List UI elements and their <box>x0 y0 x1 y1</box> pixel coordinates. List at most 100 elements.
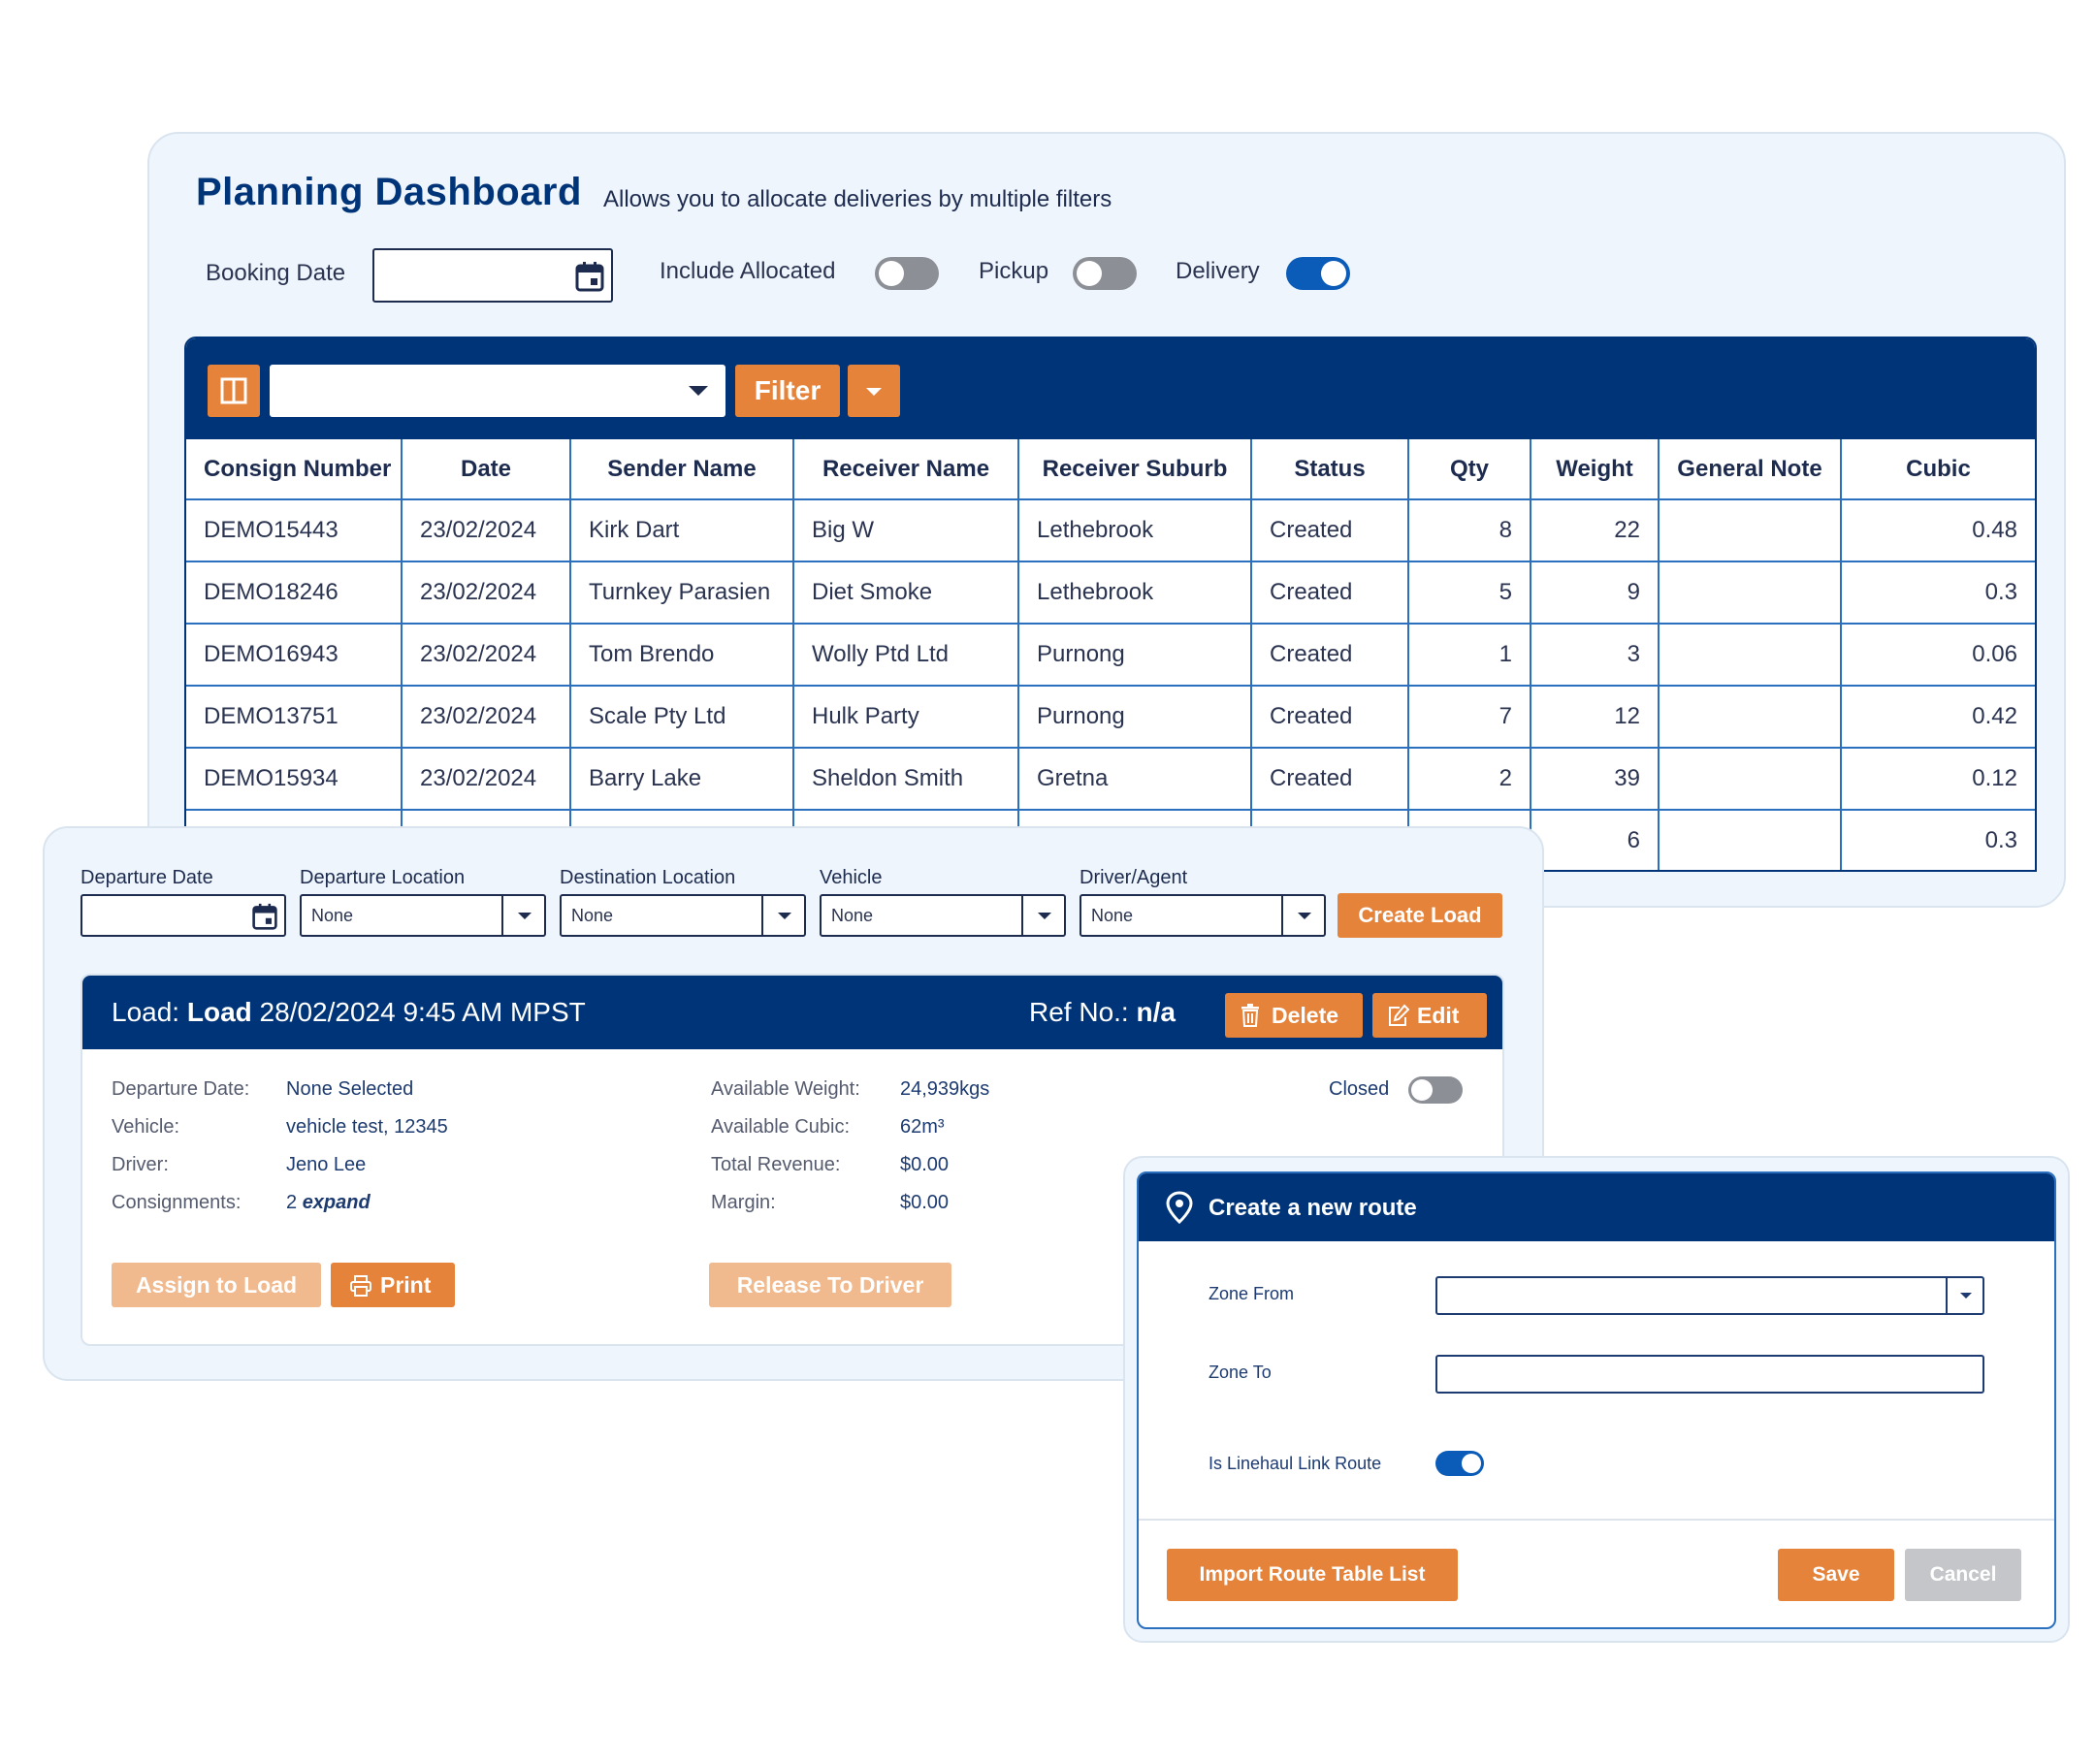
table-cell: Wolly Ptd Ltd <box>792 623 1019 687</box>
departure-location-select[interactable]: None <box>300 894 546 937</box>
calendar-icon[interactable] <box>251 902 278 931</box>
toggle-knob <box>1321 261 1346 286</box>
view-select[interactable] <box>270 365 725 417</box>
column-header[interactable]: Receiver Name <box>792 439 1019 500</box>
select-divider <box>761 896 763 935</box>
ref-label: Ref No.: <box>1029 997 1129 1027</box>
table-cell: Hulk Party <box>792 685 1019 749</box>
route-dialog-title: Create a new route <box>1209 1195 1417 1221</box>
table-cell: DEMO15443 <box>186 498 403 562</box>
divider <box>1139 1519 2054 1521</box>
expand-link[interactable]: expand <box>303 1192 371 1213</box>
filter-dropdown-button[interactable] <box>848 365 900 417</box>
table-cell: Lethebrook <box>1017 561 1252 625</box>
table-cell: Tom Brendo <box>569 623 794 687</box>
table-row[interactable]: DEMO13751 23/02/2024 Scale Pty Ltd Hulk Par… <box>186 685 2035 749</box>
load-card-header: Load: Load 28/02/2024 9:45 AM MPST Ref N… <box>82 976 1502 1049</box>
delete-button[interactable]: Delete <box>1225 993 1363 1038</box>
import-route-table-button[interactable]: Import Route Table List <box>1167 1549 1458 1601</box>
linehaul-label: Is Linehaul Link Route <box>1209 1454 1382 1473</box>
vehicle-select[interactable]: None <box>820 894 1066 937</box>
save-button[interactable]: Save <box>1778 1549 1894 1601</box>
chevron-down-icon <box>1960 1293 1972 1299</box>
available-cubic-key: Available Cubic: <box>711 1116 851 1138</box>
column-header[interactable]: Consign Number <box>186 439 403 500</box>
table-cell: Big W <box>792 498 1019 562</box>
table-cell: Created <box>1250 685 1409 749</box>
available-weight-key: Available Weight: <box>711 1078 860 1100</box>
linehaul-toggle[interactable] <box>1435 1451 1484 1476</box>
driver-agent-select[interactable]: None <box>1080 894 1326 937</box>
select-divider <box>1021 896 1023 935</box>
columns-icon <box>220 377 247 404</box>
include-allocated-toggle[interactable] <box>875 257 939 290</box>
cancel-button[interactable]: Cancel <box>1905 1549 2021 1601</box>
table-cell: 6 <box>1530 809 1660 870</box>
table-row[interactable]: DEMO16943 23/02/2024 Tom Brendo Wolly Ptd L… <box>186 623 2035 687</box>
consignment-grid: Filter Consign Number Date Sender Name Rece… <box>184 337 2037 872</box>
column-header[interactable]: Date <box>401 439 571 500</box>
table-cell: Gretna <box>1017 747 1252 811</box>
delivery-toggle[interactable] <box>1286 257 1350 290</box>
table-cell: 23/02/2024 <box>401 747 571 811</box>
column-header[interactable]: Qty <box>1407 439 1531 500</box>
zone-to-input[interactable] <box>1435 1355 1984 1394</box>
booking-date-input[interactable] <box>372 248 613 303</box>
table-cell: 22 <box>1530 498 1660 562</box>
table-cell: 0.12 <box>1840 747 2035 811</box>
table-row[interactable]: DEMO15443 23/02/2024 Kirk Dart Big W Lethebr… <box>186 498 2035 562</box>
closed-toggle[interactable] <box>1408 1076 1463 1104</box>
edit-label: Edit <box>1417 1003 1460 1028</box>
load-title: Load: Load 28/02/2024 9:45 AM MPST <box>112 997 586 1028</box>
table-cell: 7 <box>1407 685 1531 749</box>
column-header[interactable]: Weight <box>1530 439 1660 500</box>
create-load-button[interactable]: Create Load <box>1338 893 1502 938</box>
filter-button[interactable]: Filter <box>735 365 840 417</box>
departure-date-input[interactable] <box>81 894 286 937</box>
driver-agent-label: Driver/Agent <box>1080 867 1188 888</box>
zone-from-select[interactable] <box>1435 1276 1984 1315</box>
table-cell <box>1658 561 1842 625</box>
select-divider <box>501 896 503 935</box>
print-button[interactable]: Print <box>331 1263 455 1307</box>
toggle-knob <box>1462 1454 1481 1473</box>
table-cell: 12 <box>1530 685 1660 749</box>
closed-label: Closed <box>1329 1078 1390 1100</box>
load-prefix: Load: <box>112 997 180 1027</box>
table-cell: Turnkey Parasien <box>569 561 794 625</box>
column-header[interactable]: Sender Name <box>569 439 794 500</box>
table-cell: 0.3 <box>1840 809 2035 870</box>
column-header[interactable]: Receiver Suburb <box>1017 439 1252 500</box>
edit-button[interactable]: Edit <box>1372 993 1487 1038</box>
pickup-label: Pickup <box>979 258 1049 284</box>
table-row[interactable]: DEMO15934 23/02/2024 Barry Lake Sheldon Smi… <box>186 747 2035 811</box>
destination-location-select[interactable]: None <box>560 894 806 937</box>
driver-key: Driver: <box>112 1154 169 1175</box>
consignment-table: Consign Number Date Sender Name Receiver Na… <box>186 439 2035 870</box>
table-cell: 9 <box>1530 561 1660 625</box>
chevron-down-icon <box>689 386 708 396</box>
calendar-icon[interactable] <box>574 260 605 293</box>
assign-to-load-button[interactable]: Assign to Load <box>112 1263 321 1307</box>
consignments-count: 2 <box>286 1192 298 1213</box>
table-cell <box>1658 685 1842 749</box>
table-cell: 39 <box>1530 747 1660 811</box>
table-cell: 23/02/2024 <box>401 561 571 625</box>
edit-icon <box>1389 1004 1409 1026</box>
ref-value: n/a <box>1136 997 1176 1027</box>
table-header-row: Consign Number Date Sender Name Receiver Na… <box>186 439 2035 500</box>
column-header[interactable]: Cubic <box>1840 439 2035 500</box>
chevron-down-icon <box>1298 913 1311 919</box>
column-header[interactable]: Status <box>1250 439 1409 500</box>
trash-icon <box>1241 1004 1259 1027</box>
column-chooser-button[interactable] <box>208 365 260 417</box>
table-cell: Scale Pty Ltd <box>569 685 794 749</box>
available-cubic-value: 62m³ <box>900 1116 945 1138</box>
driver-agent-value: None <box>1091 906 1134 925</box>
pickup-toggle[interactable] <box>1073 257 1137 290</box>
table-cell: Kirk Dart <box>569 498 794 562</box>
release-to-driver-button[interactable]: Release To Driver <box>709 1263 951 1307</box>
column-header[interactable]: General Note <box>1658 439 1842 500</box>
toggle-knob <box>879 261 904 286</box>
table-row[interactable]: DEMO18246 23/02/2024 Turnkey Parasien Diet … <box>186 561 2035 625</box>
